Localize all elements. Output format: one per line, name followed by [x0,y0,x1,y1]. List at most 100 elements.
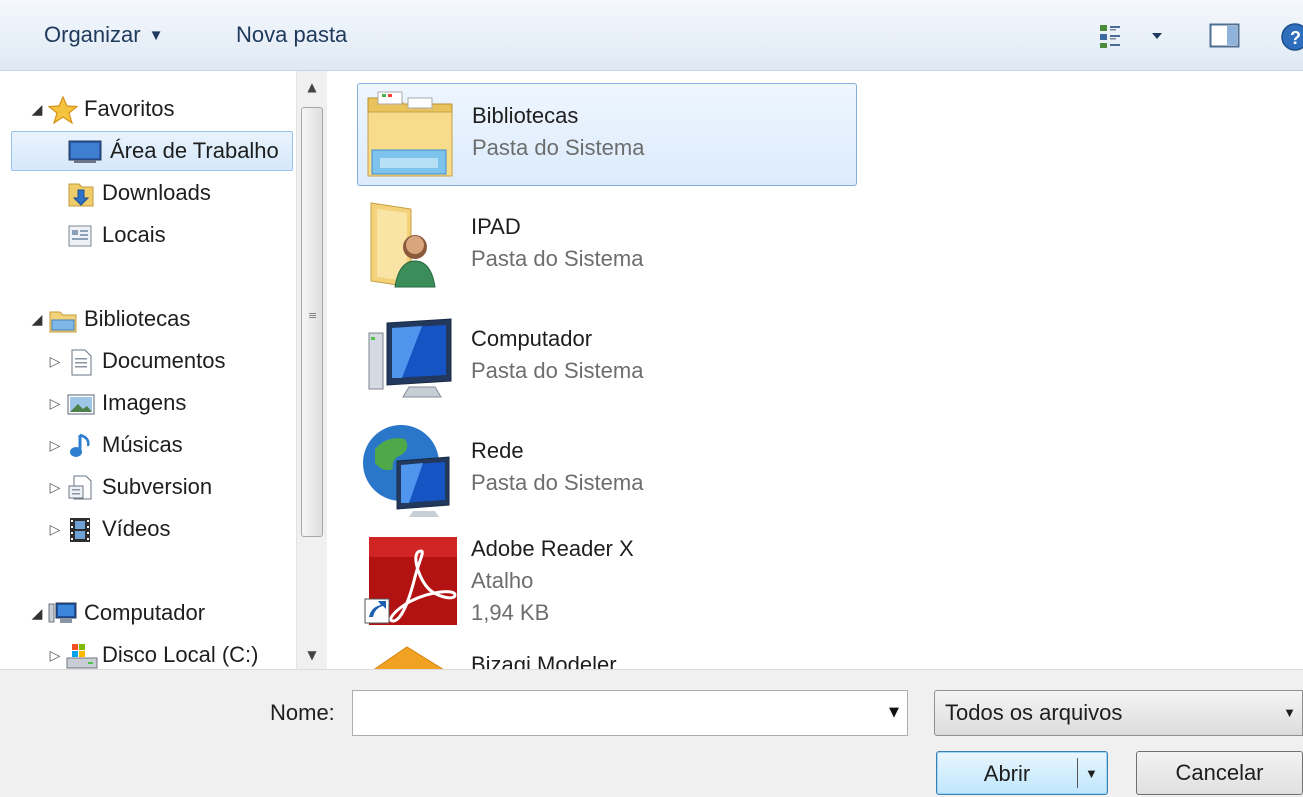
file-item-computer[interactable]: Computador Pasta do Sistema [357,307,857,410]
view-options-icon [1100,25,1162,48]
collapse-arrow-icon[interactable]: ◢ [26,101,48,118]
expand-arrow-icon[interactable]: ▷ [44,353,66,370]
nav-item-subversion[interactable]: ▷ Subversion [44,467,296,507]
nav-libraries[interactable]: ◢ Bibliotecas [26,299,296,339]
expand-arrow-icon[interactable]: ▷ [44,647,66,664]
preview-pane-button[interactable] [1209,22,1241,54]
file-name: Bibliotecas [472,103,579,128]
downloads-folder-icon [66,180,96,207]
nav-item-label: Downloads [102,180,211,205]
file-name: Adobe Reader X [471,536,634,561]
organize-label: Organizar [44,22,141,47]
nav-libraries-label: Bibliotecas [84,306,191,331]
file-name: Computador [471,326,593,351]
file-item-libraries[interactable]: Bibliotecas Pasta do Sistema [357,83,857,186]
organize-button[interactable]: Organizar ▼ [44,22,163,48]
help-button[interactable]: ? [1280,22,1303,56]
nav-item-label: Documentos [102,348,226,373]
file-item-network[interactable]: Rede Pasta do Sistema [357,419,857,522]
desktop-icon [68,138,102,164]
nav-item-downloads[interactable]: Downloads [66,173,296,213]
expand-arrow-icon[interactable]: ▷ [44,521,66,538]
nav-item-videos[interactable]: ▷ Vídeos [44,509,296,549]
bizagi-modeler-icon [357,643,457,669]
pictures-icon [66,390,96,416]
expand-arrow-icon[interactable]: ▷ [44,479,66,496]
scroll-up-arrow-icon[interactable]: ▲ [297,73,327,101]
scroll-down-arrow-icon[interactable]: ▼ [297,641,327,669]
cancel-button[interactable]: Cancelar [1136,751,1303,795]
nav-favorites[interactable]: ◢ Favoritos [26,89,296,129]
nav-computer-label: Computador [84,600,206,625]
libraries-icon [48,306,78,333]
open-button[interactable]: Abrir ▼ [936,751,1108,795]
nav-item-label: Área de Trabalho [110,138,279,163]
file-name: Rede [471,438,524,463]
file-name-label: Nome: [270,700,335,725]
command-bar: Organizar ▼ Nova pasta ? [0,0,1303,71]
nav-item-pictures[interactable]: ▷ Imagens [44,383,296,423]
nav-favorites-label: Favoritos [84,96,175,121]
grip-icon: ≡ [308,309,318,322]
nav-item-label: Locais [102,222,166,247]
navigation-pane: ◢ Favoritos Área de Trabalho Downloads L… [0,71,296,669]
chevron-down-icon[interactable]: ▼ [889,705,899,720]
expand-arrow-icon[interactable]: ▷ [44,395,66,412]
star-icon [47,95,79,125]
nav-item-label: Imagens [102,390,187,415]
computer-icon [357,307,457,407]
new-folder-button[interactable]: Nova pasta [236,22,347,48]
file-type: Pasta do Sistema [471,246,644,271]
network-globe-icon [357,419,457,519]
file-size: 1,94 KB [471,600,550,625]
nav-item-label: Subversion [102,474,213,499]
preview-pane-icon [1209,23,1240,48]
nav-item-documents[interactable]: ▷ Documentos [44,341,296,381]
file-type-filter-value: Todos os arquivos [945,700,1123,725]
nav-item-label: Disco Local (C:) [102,642,259,667]
file-type: Pasta do Sistema [471,358,644,383]
nav-item-label: Músicas [102,432,183,457]
file-type-filter[interactable]: Todos os arquivos ▼ [934,690,1303,736]
nav-item-label: Vídeos [102,516,171,541]
open-options-chevron-icon[interactable]: ▼ [1085,766,1098,781]
svg-text:?: ? [1290,28,1301,48]
file-item-adobe-reader[interactable]: Adobe Reader X Atalho 1,94 KB [357,531,857,634]
libraries-folder-icon [358,84,458,184]
collapse-arrow-icon[interactable]: ◢ [26,605,48,622]
chevron-down-icon: ▼ [148,27,164,44]
nav-item-local-disk[interactable]: ▷ Disco Local (C:) [44,635,296,669]
film-strip-icon [66,516,96,542]
user-folder-icon [357,195,457,295]
nav-item-desktop[interactable]: Área de Trabalho [11,131,293,171]
recent-places-icon [66,222,96,248]
navigation-scrollbar[interactable]: ▲ ≡ ▼ [296,71,327,669]
file-name-input[interactable]: ▼ [352,690,908,736]
dialog-footer: Nome: ▼ Todos os arquivos ▼ Abrir ▼ Canc… [0,669,1303,797]
computer-icon [48,600,78,626]
file-list: Bibliotecas Pasta do Sistema IPAD Pasta … [327,71,1303,669]
help-icon: ? [1281,23,1303,51]
file-type: Atalho [471,568,534,593]
file-item-bizagi[interactable]: Bizagi Modeler [357,643,857,669]
nav-computer[interactable]: ◢ Computador [26,593,296,633]
music-note-icon [66,432,96,458]
local-disk-icon [66,642,98,669]
scrollbar-thumb[interactable]: ≡ [301,107,323,537]
chevron-down-icon: ▼ [1283,705,1296,720]
change-view-button[interactable] [1098,22,1168,54]
file-name: Bizagi Modeler [471,652,617,669]
open-button-label: Abrir [983,761,1031,786]
split-divider [1077,758,1078,788]
file-name: IPAD [471,214,521,239]
nav-item-recent-places[interactable]: Locais [66,215,296,255]
documents-icon [66,348,96,376]
document-library-icon [66,474,96,500]
expand-arrow-icon[interactable]: ▷ [44,437,66,454]
nav-item-music[interactable]: ▷ Músicas [44,425,296,465]
collapse-arrow-icon[interactable]: ◢ [26,311,48,328]
file-type: Pasta do Sistema [471,470,644,495]
file-type: Pasta do Sistema [472,135,645,160]
file-item-ipad[interactable]: IPAD Pasta do Sistema [357,195,857,298]
adobe-reader-shortcut-icon [357,531,457,631]
